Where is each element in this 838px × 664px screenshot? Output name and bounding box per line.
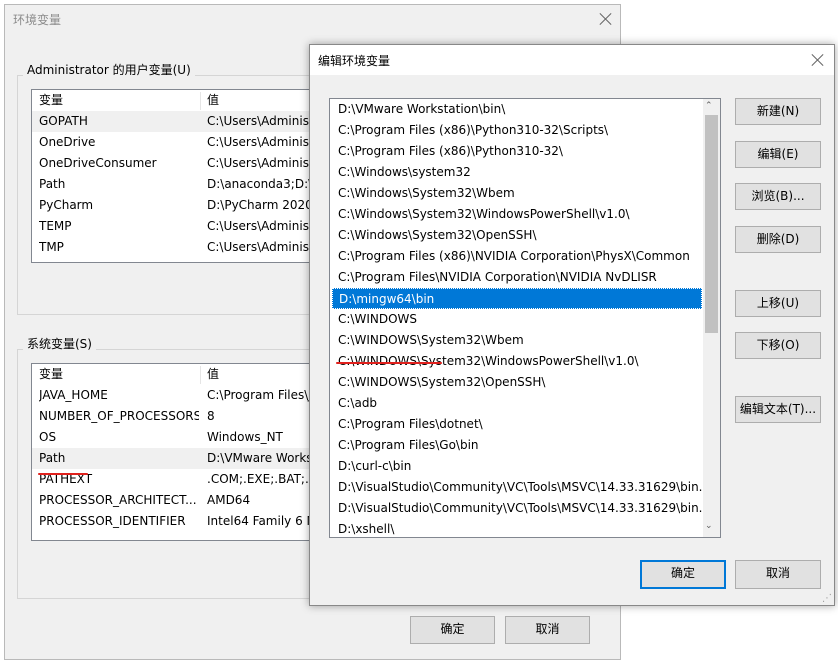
dialog-titlebar: 编辑环境变量 [310,45,834,75]
column-header-variable[interactable]: 变量 [39,90,63,111]
path-list[interactable]: D:\VMware Workstation\bin\ C:\Program Fil… [329,98,721,538]
path-list-item[interactable]: D:\VisualStudio\Community\VC\Tools\MSVC\… [332,477,702,498]
path-list-item[interactable]: C:\Program Files\dotnet\ [332,414,702,435]
variable-name: OS [39,430,57,444]
path-list-item[interactable]: C:\WINDOWS [332,309,702,330]
variable-name: Path [39,177,66,191]
path-list-item[interactable]: C:\Program Files\NVIDIA Corporation\NVID… [332,267,702,288]
variable-name: NUMBER_OF_PROCESSORS [39,409,199,423]
variable-name: TMP [39,240,64,254]
browse-button[interactable]: 浏览(B)... [735,183,821,210]
user-vars-label: Administrator 的用户变量(U) [23,61,195,78]
scroll-down-arrow-icon[interactable]: ⌄ [705,521,713,531]
move-up-button[interactable]: 上移(U) [735,290,821,317]
path-list-item[interactable]: C:\Windows\System32\OpenSSH\ [332,225,702,246]
env-cancel-button[interactable]: 取消 [505,616,590,644]
path-list-item[interactable]: C:\Program Files (x86)\NVIDIA Corporatio… [332,246,702,267]
variable-name: PROCESSOR_ARCHITECT... [39,493,197,507]
path-list-item[interactable]: D:\curl-c\bin [332,456,702,477]
path-list-item[interactable]: C:\Windows\system32 [332,162,702,183]
variable-name: OneDrive [39,135,96,149]
scroll-up-arrow-icon[interactable]: ⌃ [705,101,713,111]
path-list-item[interactable]: C:\WINDOWS\System32\OpenSSH\ [332,372,702,393]
vertical-scrollbar[interactable]: ⌃ ⌄ [703,99,720,537]
variable-name: TEMP [39,219,72,233]
path-list-item[interactable]: D:\VisualStudio\Community\VC\Tools\MSVC\… [332,498,702,519]
variable-name: OneDriveConsumer [39,156,157,170]
path-list-item[interactable]: C:\Program Files\Go\bin [332,435,702,456]
annotation-underline [336,362,442,364]
column-header-value[interactable]: 值 [207,90,219,111]
path-list-item[interactable]: D:\xshell\ [332,519,702,537]
edit-button[interactable]: 编辑(E) [735,141,821,168]
path-list-item[interactable]: C:\Windows\System32\Wbem [332,183,702,204]
path-list-item[interactable]: C:\Program Files (x86)\Python310-32\ [332,141,702,162]
dialog-cancel-button[interactable]: 取消 [735,560,821,589]
close-icon[interactable] [599,12,613,26]
path-list-item[interactable]: D:\VMware Workstation\bin\ [332,99,702,120]
resize-grip-icon[interactable]: ⋰ [822,593,832,604]
delete-button[interactable]: 删除(D) [735,226,821,253]
env-ok-button[interactable]: 确定 [410,616,495,644]
variable-name: PyCharm [39,198,94,212]
annotation-underline [38,473,88,475]
path-list-item[interactable]: C:\Windows\System32\WindowsPowerShell\v1… [332,204,702,225]
close-icon[interactable] [811,53,825,67]
variable-name: PROCESSOR_IDENTIFIER [39,514,186,528]
edit-env-var-dialog: 编辑环境变量 D:\VMware Workstation\bin\ C:\Prog… [309,44,835,606]
variable-name: JAVA_HOME [39,388,108,402]
move-down-button[interactable]: 下移(O) [735,332,821,359]
new-button[interactable]: 新建(N) [735,98,821,125]
path-list-item[interactable]: C:\WINDOWS\System32\Wbem [332,330,702,351]
scrollbar-thumb[interactable] [705,115,718,333]
system-vars-label: 系统变量(S) [23,335,96,352]
column-header-variable[interactable]: 变量 [39,364,63,385]
edit-text-button[interactable]: 编辑文本(T)... [735,396,821,423]
dialog-ok-button[interactable]: 确定 [640,560,726,589]
path-list-item[interactable]: D:\mingw64\bin [332,288,702,309]
path-list-item[interactable]: C:\Program Files (x86)\Python310-32\Scri… [332,120,702,141]
column-header-value[interactable]: 值 [207,364,219,385]
dialog-title: 编辑环境变量 [318,54,391,68]
variable-name: Path [39,451,66,465]
variable-name: GOPATH [39,114,88,128]
env-window-title: 环境变量 [13,13,62,27]
path-list-item[interactable]: C:\adb [332,393,702,414]
